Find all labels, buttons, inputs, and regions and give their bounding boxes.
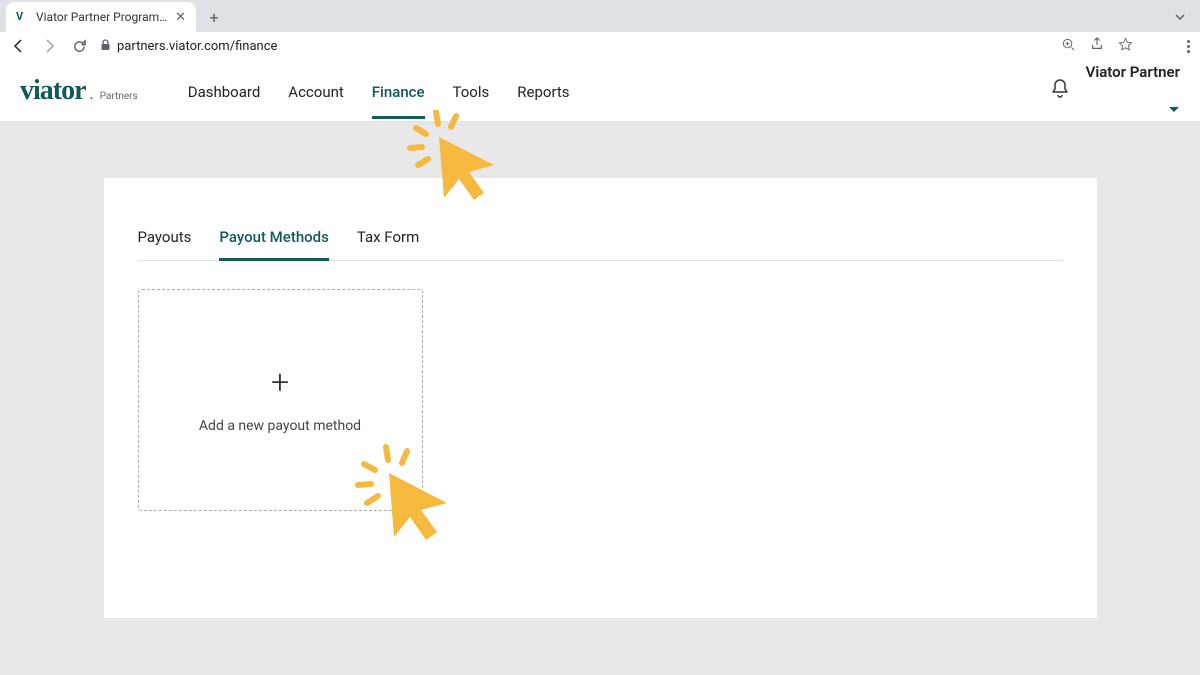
nav-finance[interactable]: Finance [372, 63, 425, 119]
back-button[interactable] [10, 38, 28, 54]
nav-dashboard[interactable]: Dashboard [188, 63, 261, 119]
chevron-down-icon[interactable] [1174, 8, 1186, 27]
add-payout-label: Add a new payout method [199, 418, 361, 434]
header-right: Viator Partner [1050, 63, 1180, 118]
nav-reports[interactable]: Reports [517, 63, 569, 119]
tab-favicon: V [16, 10, 30, 24]
bell-icon[interactable] [1050, 78, 1070, 104]
new-tab-button[interactable]: + [202, 5, 226, 29]
nav-tools[interactable]: Tools [453, 63, 490, 119]
browser-chrome: V Viator Partner Program - Finan ✕ + par… [0, 0, 1200, 60]
browser-tab[interactable]: V Viator Partner Program - Finan ✕ [6, 2, 196, 32]
logo[interactable]: viator. Partners [20, 75, 138, 107]
menu-icon[interactable] [1187, 40, 1190, 53]
address-bar: partners.viator.com/finance [0, 32, 1200, 60]
url-bar[interactable]: partners.viator.com/finance [100, 39, 1049, 54]
page-body: Payouts Payout Methods Tax Form + Add a … [0, 122, 1200, 675]
user-menu[interactable]: Viator Partner [1086, 63, 1180, 118]
forward-button[interactable] [40, 38, 58, 54]
plus-icon: + [271, 366, 289, 398]
logo-subtext: Partners [100, 91, 138, 102]
add-payout-method-card[interactable]: + Add a new payout method [138, 289, 423, 511]
sub-tabs: Payouts Payout Methods Tax Form [138, 228, 1063, 261]
lock-icon [100, 39, 111, 54]
reload-button[interactable] [70, 39, 88, 54]
browser-right-icons [1061, 37, 1190, 56]
zoom-icon[interactable] [1061, 37, 1076, 56]
close-icon[interactable]: ✕ [175, 10, 186, 25]
nav-account[interactable]: Account [288, 63, 344, 119]
tab-title: Viator Partner Program - Finan [36, 10, 169, 24]
logo-text: viator [20, 75, 86, 107]
star-icon[interactable] [1118, 37, 1133, 56]
tab-payout-methods[interactable]: Payout Methods [219, 228, 328, 260]
tab-payouts[interactable]: Payouts [138, 228, 192, 260]
share-icon[interactable] [1090, 37, 1104, 55]
page-header: viator. Partners Dashboard Account Finan… [0, 60, 1200, 122]
tab-tax-form[interactable]: Tax Form [357, 228, 419, 260]
url-text: partners.viator.com/finance [117, 39, 277, 54]
caret-down-icon [1168, 99, 1180, 118]
main-nav: Dashboard Account Finance Tools Reports [188, 63, 570, 119]
content-card: Payouts Payout Methods Tax Form + Add a … [104, 178, 1097, 618]
tab-bar: V Viator Partner Program - Finan ✕ + [0, 0, 1200, 32]
user-label: Viator Partner [1086, 63, 1180, 81]
